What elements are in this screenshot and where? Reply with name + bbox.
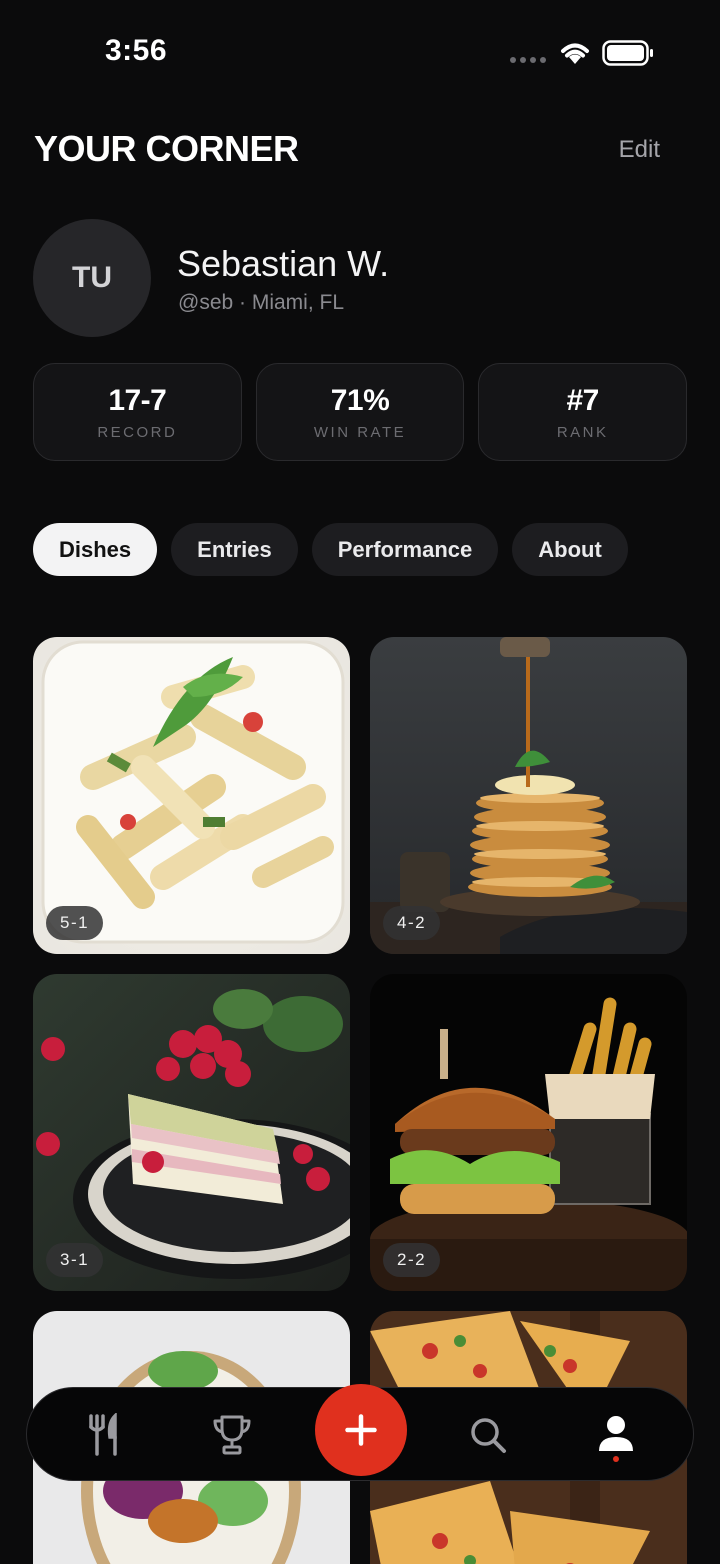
nav-search[interactable] [453, 1388, 523, 1482]
search-icon [471, 1418, 506, 1453]
stat-value: 17-7 [108, 383, 167, 417]
stat-value: #7 [566, 383, 599, 417]
signal-icon [510, 57, 546, 63]
battery-icon [602, 40, 653, 66]
nav-profile[interactable] [581, 1388, 651, 1482]
tab-about[interactable]: About [512, 523, 628, 576]
utensils-icon [89, 1413, 117, 1456]
active-tab-indicator [613, 1456, 619, 1462]
stat-card-rank: #7 RANK [478, 363, 688, 461]
profile-icon [599, 1416, 633, 1451]
wifi-icon [561, 43, 589, 64]
dish-card-cake[interactable]: 3-1 [33, 974, 350, 1291]
score-badge: 3-1 [46, 1243, 104, 1277]
status-time: 3:56 [105, 34, 168, 67]
avatar[interactable]: TU [33, 219, 151, 337]
score-badge: 2-2 [383, 1243, 441, 1277]
profile-meta: @seb · Miami, FL [178, 291, 345, 314]
add-icon [345, 1414, 377, 1446]
stat-label: RECORD [97, 423, 178, 441]
stat-card-win-rate: 71% WIN RATE [255, 363, 465, 461]
stat-card-record: 17-7 RECORD [33, 363, 242, 461]
stat-label: RANK [556, 423, 609, 441]
edit-button[interactable]: Edit [619, 136, 660, 164]
status-bar: 3:56 [0, 0, 720, 100]
dish-card-pasta[interactable]: 5-1 [33, 637, 350, 954]
page-title: YOUR CORNER [34, 128, 299, 169]
profile-name: Sebastian W. [177, 243, 390, 284]
dish-card-pancakes[interactable]: 4-2 [370, 637, 687, 954]
nav-leaderboard[interactable] [197, 1388, 267, 1482]
tab-dishes[interactable]: Dishes [33, 523, 158, 576]
trophy-icon [213, 1415, 251, 1455]
bottom-nav [26, 1384, 694, 1482]
stat-value: 71% [330, 383, 390, 417]
nav-dishes[interactable] [69, 1388, 139, 1482]
score-badge: 4-2 [383, 906, 441, 940]
stats-row: 17-7 RECORD 71% WIN RATE #7 RANK [33, 363, 688, 461]
profile-tabs: Dishes Entries Performance About [33, 523, 628, 576]
tab-entries[interactable]: Entries [171, 523, 298, 576]
dish-card-burger[interactable]: 2-2 [370, 974, 687, 1291]
add-dish-button[interactable] [315, 1384, 407, 1476]
stat-label: WIN RATE [313, 423, 407, 441]
score-badge: 5-1 [46, 906, 104, 940]
tab-performance[interactable]: Performance [311, 523, 499, 576]
